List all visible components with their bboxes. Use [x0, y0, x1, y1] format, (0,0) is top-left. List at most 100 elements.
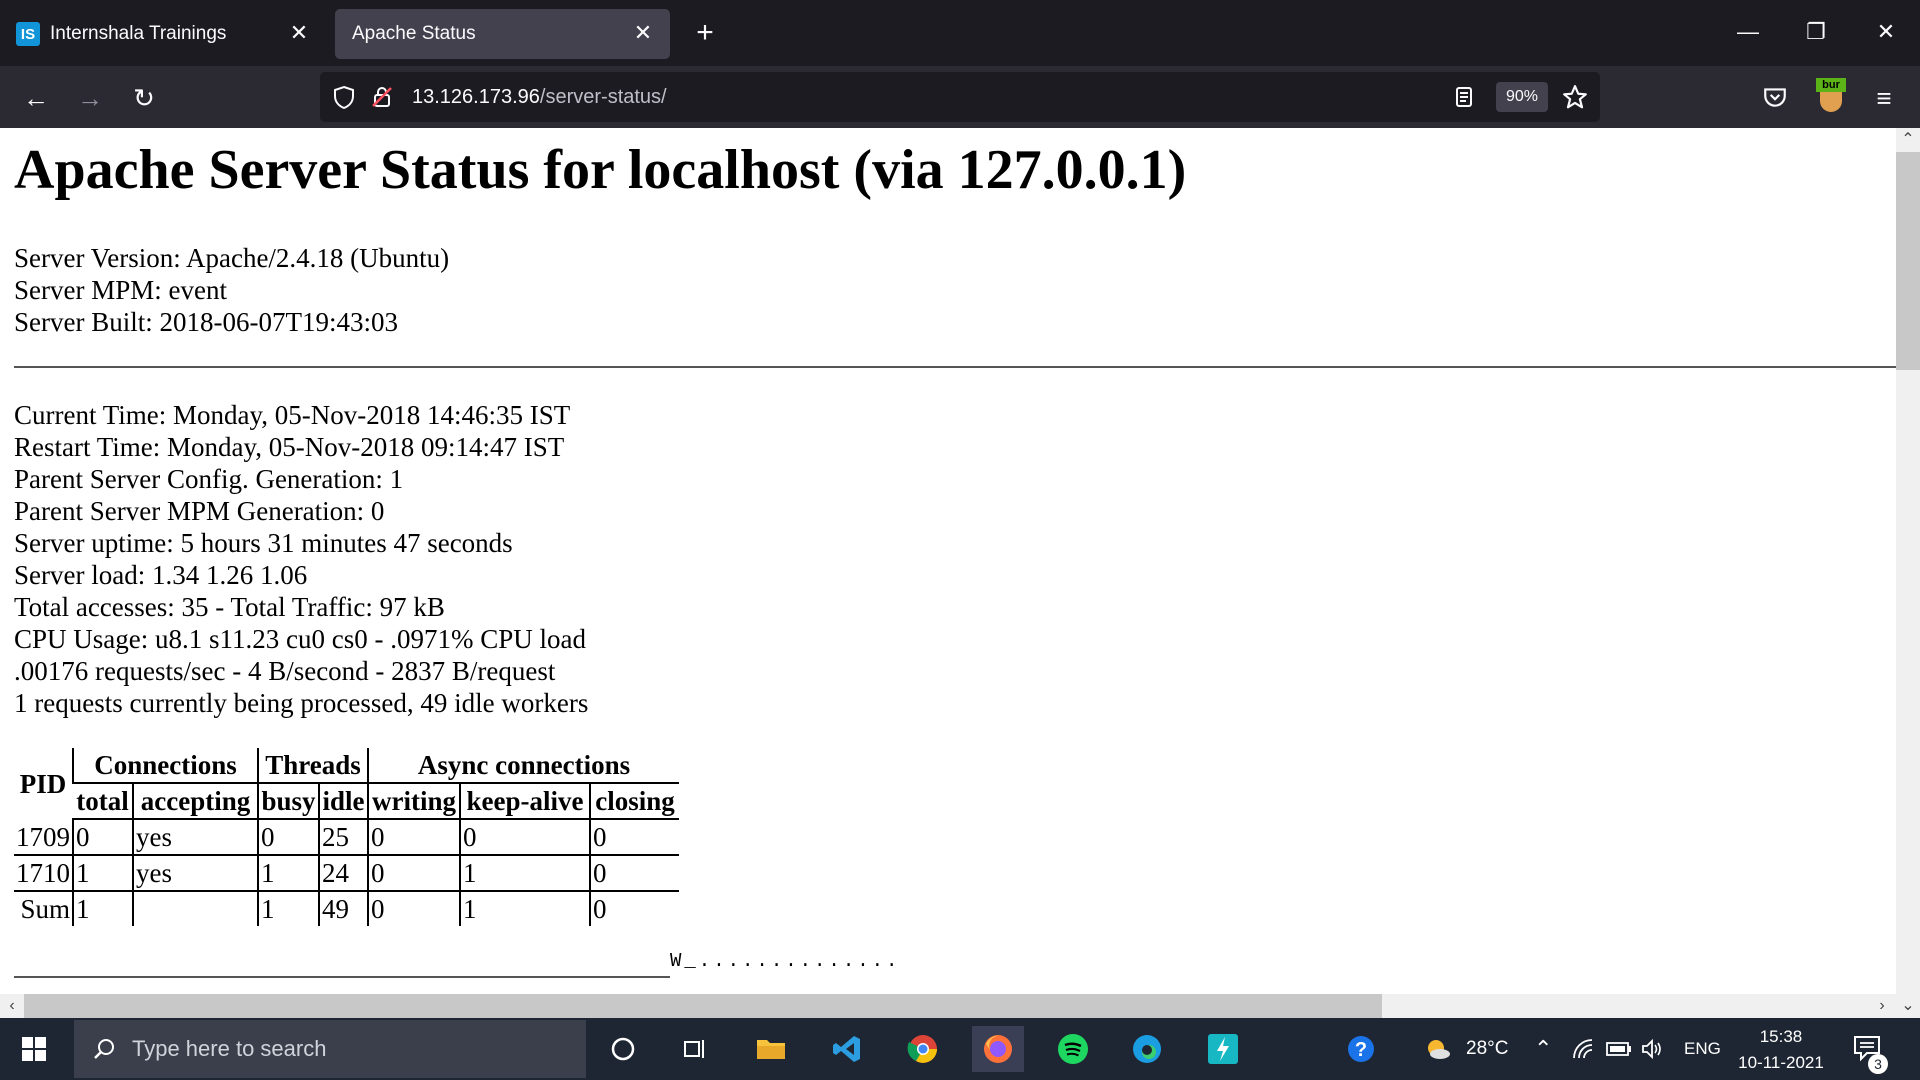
pid-cell: 1709 — [14, 819, 73, 856]
clock-date: 10-11-2021 — [1738, 1053, 1824, 1072]
battery-icon[interactable] — [1606, 1018, 1632, 1080]
scroll-down-icon[interactable]: ⌄ — [1896, 994, 1920, 1018]
reader-view-icon[interactable] — [1452, 85, 1476, 109]
back-icon[interactable]: ← — [16, 78, 56, 118]
writing-header: writing — [367, 782, 460, 820]
close-tab-icon[interactable]: ✕ — [286, 20, 312, 46]
server-mpm: Server MPM: event — [14, 275, 227, 305]
notification-count-badge: 3 — [1868, 1054, 1888, 1074]
table-cell: 0 — [72, 819, 133, 856]
task-view-icon[interactable] — [672, 1026, 718, 1072]
chevron-up-icon[interactable]: ⌃ — [1534, 1018, 1552, 1080]
edge-icon[interactable] — [1124, 1026, 1170, 1072]
search-placeholder: Type here to search — [132, 1036, 327, 1061]
table-cell: 0 — [367, 855, 460, 892]
scroll-left-icon[interactable]: ‹ — [0, 994, 24, 1018]
pid-cell: 1710 — [14, 855, 73, 892]
taskbar-search-box[interactable]: Type here to search — [74, 1020, 586, 1078]
table-cell: 1 — [72, 891, 133, 926]
table-sub-header-row: total accepting busy idle writing keep-a… — [14, 782, 679, 820]
windows-start-icon[interactable] — [14, 1032, 54, 1066]
weather-icon[interactable] — [1414, 1026, 1460, 1072]
total-header: total — [73, 782, 133, 820]
restore-icon[interactable]: ❐ — [1798, 14, 1834, 50]
svg-text:?: ? — [1355, 1039, 1367, 1061]
page-title: Apache Server Status for localhost (via … — [14, 139, 1187, 201]
help-icon[interactable]: ? — [1338, 1026, 1384, 1072]
tab-label: Apache Status — [352, 23, 476, 44]
firefox-icon[interactable] — [972, 1026, 1024, 1072]
chrome-icon[interactable] — [900, 1026, 946, 1072]
total-accesses: Total accesses: 35 - Total Traffic: 97 k… — [14, 592, 445, 622]
request-rate: .00176 requests/sec - 4 B/second - 2837 … — [14, 656, 556, 686]
cortana-icon[interactable] — [600, 1026, 646, 1072]
table-cell: yes — [132, 819, 258, 856]
divider — [14, 366, 1896, 368]
table-cell: 0 — [589, 819, 679, 856]
menu-icon[interactable]: ≡ — [1864, 78, 1904, 118]
server-load: Server load: 1.34 1.26 1.06 — [14, 560, 308, 590]
pid-header: PID — [19, 768, 67, 799]
table-cell: 0 — [459, 819, 590, 856]
keep-alive-header: keep-alive — [459, 782, 590, 820]
scoreboard-divider — [14, 976, 670, 978]
table-cell: 1 — [72, 855, 133, 892]
vertical-scroll-thumb[interactable] — [1896, 152, 1920, 370]
horizontal-scroll-thumb[interactable] — [24, 994, 1382, 1018]
pid-cell: Sum — [20, 894, 70, 924]
network-icon[interactable] — [1572, 1018, 1594, 1080]
notifications-icon[interactable]: 3 — [1852, 1034, 1892, 1074]
app-bolt-icon[interactable] — [1200, 1026, 1246, 1072]
status-info: Current Time: Monday, 05-Nov-2018 14:46:… — [14, 399, 588, 719]
idle-header: idle — [318, 782, 368, 820]
table-cell: 1 — [459, 855, 590, 892]
busy-header: busy — [257, 782, 319, 820]
table-cell: 0 — [589, 855, 679, 892]
table-cell: 49 — [318, 891, 368, 926]
url-text[interactable]: 13.126.173.96/server-status/ — [412, 72, 667, 122]
table-cell: yes — [132, 855, 258, 892]
close-tab-icon[interactable]: ✕ — [630, 20, 656, 46]
vscode-icon[interactable] — [824, 1026, 870, 1072]
taskbar-clock[interactable]: 15:38 10-11-2021 — [1730, 1024, 1832, 1076]
server-built: Server Built: 2018-06-07T19:43:03 — [14, 307, 398, 337]
windows-taskbar: Type here to search ? 28°C ⌃ ENG 15:38 1… — [0, 1018, 1920, 1080]
table-cell: 0 — [367, 891, 460, 926]
shield-icon[interactable] — [332, 85, 356, 109]
bookmark-star-icon[interactable] — [1562, 84, 1588, 110]
connections-header: Connections — [72, 748, 258, 783]
insecure-lock-icon[interactable] — [370, 85, 394, 109]
table-group-header-row: PID Connections Threads Async connection… — [14, 748, 679, 799]
file-explorer-icon[interactable] — [748, 1026, 794, 1072]
threads-header: Threads — [257, 748, 368, 783]
extension-icon[interactable]: bur — [1816, 78, 1846, 112]
language-indicator[interactable]: ENG — [1684, 1018, 1721, 1080]
forward-icon[interactable]: → — [70, 78, 110, 118]
reload-icon[interactable]: ↻ — [124, 78, 164, 118]
volume-icon[interactable] — [1640, 1018, 1664, 1080]
table-cell: 1 — [257, 855, 319, 892]
internshala-favicon-icon: IS — [16, 22, 40, 46]
zoom-level-button[interactable]: 90% — [1496, 82, 1548, 112]
pocket-icon[interactable] — [1762, 84, 1788, 110]
tab-apache-status[interactable]: Apache Status ✕ — [335, 9, 670, 59]
server-uptime: Server uptime: 5 hours 31 minutes 47 sec… — [14, 528, 513, 558]
table-cell: 25 — [318, 819, 368, 856]
table-cell: 0 — [589, 891, 679, 926]
close-window-icon[interactable]: ✕ — [1868, 14, 1904, 50]
table-cell: 1 — [257, 891, 319, 926]
table-cell: 0 — [257, 819, 319, 856]
closing-header: closing — [589, 782, 679, 820]
spotify-icon[interactable] — [1050, 1026, 1096, 1072]
scroll-up-icon[interactable]: ⌃ — [1896, 128, 1920, 152]
page-content: Apache Server Status for localhost (via … — [0, 128, 1896, 994]
server-version: Server Version: Apache/2.4.18 (Ubuntu) — [14, 243, 450, 273]
new-tab-button[interactable]: + — [688, 16, 722, 50]
async-connections-header: Async connections — [367, 748, 679, 783]
scroll-right-icon[interactable]: › — [1870, 994, 1894, 1018]
table-row-sum: Sum 1 1 49 0 1 0 — [14, 891, 679, 926]
minimize-icon[interactable]: — — [1730, 14, 1766, 50]
tab-internshala[interactable]: IS Internshala Trainings ✕ — [6, 9, 326, 59]
address-bar[interactable]: 13.126.173.96/server-status/ 90% — [320, 72, 1600, 122]
scoreboard-text: W_.............. — [670, 950, 901, 972]
